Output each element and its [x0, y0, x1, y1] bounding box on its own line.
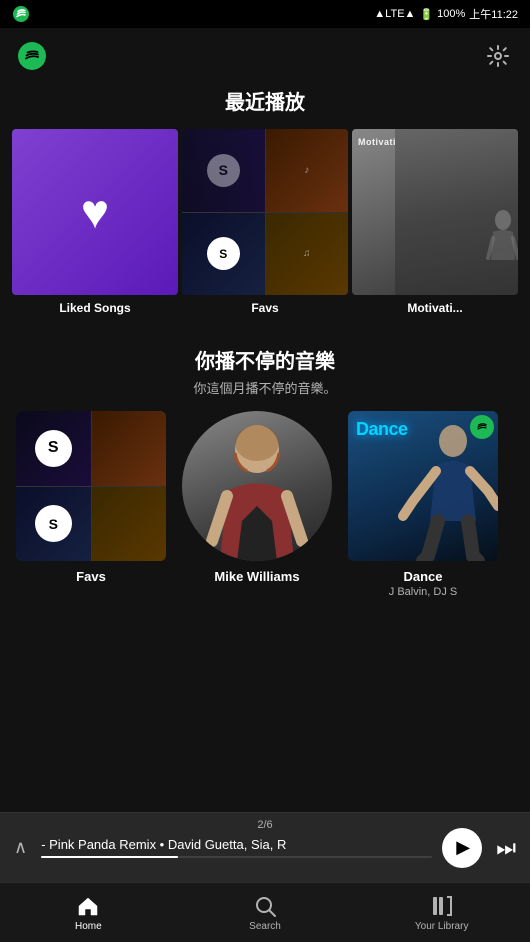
main-content: 最近播放 ♥ Liked Songs S: [0, 28, 530, 812]
status-bar: ▲LTE▲ 🔋 100% 上午11:22: [0, 0, 530, 28]
home-icon: [76, 894, 100, 918]
s-logo-2: S: [207, 237, 240, 270]
app-header: [0, 28, 530, 76]
non-stop-list: S S: [0, 411, 530, 598]
skip-next-button[interactable]: ⏭: [496, 835, 516, 861]
non-stop-subtitle: 你這個月播不停的音樂。: [0, 378, 530, 397]
home-label: Home: [75, 921, 102, 932]
now-playing-bar[interactable]: 2/6 ∧ - Pink Panda Remix • David Guetta,…: [0, 812, 530, 882]
recent-plays-grid: ♥ Liked Songs S ♪: [0, 129, 530, 315]
motivation-label: Motivati...: [407, 301, 462, 315]
library-icon: [430, 894, 454, 918]
recent-item-favs[interactable]: S ♪ S ♫: [182, 129, 348, 315]
play-pause-button[interactable]: ▶: [442, 828, 482, 868]
favs-collage: S ♪ S ♫: [182, 129, 348, 295]
spotify-logo: [18, 42, 46, 70]
track-text: - Pink Panda Remix • David Guetta, Sia, …: [41, 837, 432, 852]
status-right: ▲LTE▲ 🔋 100% 上午11:22: [374, 6, 518, 22]
mike-figure: [182, 411, 332, 561]
recent-item-liked-songs[interactable]: ♥ Liked Songs: [12, 129, 178, 315]
favs2-thumb: S S: [16, 411, 166, 561]
liked-songs-bg: ♥: [12, 129, 178, 295]
s-logo-4: S: [35, 505, 72, 542]
settings-button[interactable]: [484, 42, 512, 70]
spotify-status-icon: [12, 5, 30, 23]
collage-cell-2: ♪: [266, 129, 349, 212]
dance-thumb: Dance: [348, 411, 498, 561]
battery-icon: 🔋: [419, 8, 433, 21]
dance-sub: J Balvin, DJ S: [348, 586, 498, 598]
non-stop-title: 你播不停的音樂: [0, 345, 530, 374]
nav-search[interactable]: Search: [177, 883, 354, 942]
favs2-collage: S S: [16, 411, 166, 561]
search-icon: [253, 894, 277, 918]
person-silhouette: [483, 210, 518, 280]
mike-name: Mike Williams: [182, 569, 332, 584]
bottom-navigation: Home Search Your Library: [0, 882, 530, 942]
collage-cell-4: ♫: [266, 213, 349, 296]
play-icon: ▶: [456, 837, 470, 858]
non-stop-card-mike[interactable]: Mike Williams: [182, 411, 332, 598]
track-info: - Pink Panda Remix • David Guetta, Sia, …: [41, 837, 432, 858]
favs-thumb: S ♪ S ♫: [182, 129, 348, 295]
spotify-icon: [23, 47, 41, 65]
collage-cell-1: S: [182, 129, 265, 212]
favs2-name: Favs: [16, 569, 166, 584]
recent-plays-title: 最近播放: [0, 86, 530, 115]
status-left: [12, 5, 30, 23]
s-logo-3: S: [35, 430, 72, 467]
progress-bar: [41, 856, 432, 858]
collage-cell-3: S: [182, 213, 265, 296]
library-label: Your Library: [415, 921, 469, 932]
playback-controls: ▶ ⏭: [442, 828, 516, 868]
nav-library[interactable]: Your Library: [353, 883, 530, 942]
battery-percent: 100%: [437, 8, 465, 20]
motivation-bg: Motivati: [352, 129, 518, 295]
heart-icon: ♥: [81, 185, 110, 240]
network-indicator: ▲LTE▲: [374, 8, 415, 20]
page-indicator: 2/6: [257, 819, 272, 831]
spotify-small-icon: [476, 421, 488, 433]
non-stop-card-dance[interactable]: Dance: [348, 411, 498, 598]
motivation-thumb: Motivati: [352, 129, 518, 295]
mike-thumb: [182, 411, 332, 561]
gear-icon: [486, 44, 510, 68]
recent-item-motivation[interactable]: Motivati Motivati...: [352, 129, 518, 315]
search-label: Search: [249, 921, 281, 932]
dance-name: Dance: [348, 569, 498, 584]
non-stop-card-favs[interactable]: S S: [16, 411, 166, 598]
non-stop-section: 你播不停的音樂 你這個月播不停的音樂。 S: [0, 345, 530, 598]
favs-label: Favs: [251, 301, 278, 315]
clock: 上午11:22: [469, 6, 518, 22]
expand-button[interactable]: ∧: [14, 837, 27, 858]
progress-fill: [41, 856, 178, 858]
nav-home[interactable]: Home: [0, 883, 177, 942]
liked-songs-label: Liked Songs: [59, 301, 130, 315]
liked-songs-thumb: ♥: [12, 129, 178, 295]
